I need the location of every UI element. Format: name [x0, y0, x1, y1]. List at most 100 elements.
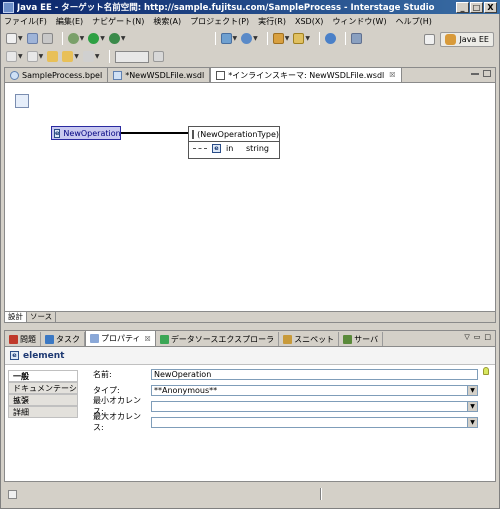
java-ee-icon	[445, 34, 457, 45]
menu-edit[interactable]: 編集(E)	[56, 16, 83, 27]
schema-icon	[216, 70, 226, 80]
category-extensions[interactable]: 拡張	[8, 394, 78, 406]
chevron-down-icon[interactable]: ▼	[39, 53, 44, 60]
external-tools-icon[interactable]	[108, 33, 120, 44]
chevron-down-icon[interactable]: ▼	[95, 53, 100, 60]
schema-overview-icon[interactable]	[15, 94, 29, 108]
lightbulb-icon[interactable]	[483, 367, 489, 375]
fast-view-icon[interactable]	[8, 489, 17, 499]
forward-icon[interactable]	[62, 51, 74, 62]
bpel-icon	[10, 70, 19, 80]
maximize-icon[interactable]	[483, 70, 491, 77]
menu-run[interactable]: 実行(R)	[258, 16, 286, 27]
tab-servers[interactable]: サーバ	[339, 332, 384, 346]
status-separator	[320, 488, 322, 500]
view-menu-icon[interactable]: ▽	[464, 333, 469, 341]
views-panel: 問題 タスク プロパティ ☒ データソースエクスプローラ スニペット サーバ ▽…	[4, 330, 496, 482]
zoom-combo[interactable]	[114, 50, 149, 63]
chevron-down-icon[interactable]: ▼	[285, 35, 290, 42]
minimize-icon[interactable]: ▭	[474, 333, 481, 341]
print-icon[interactable]	[41, 33, 53, 44]
chevron-down-icon[interactable]: ▼	[305, 35, 310, 42]
category-advanced[interactable]: 詳細	[8, 406, 78, 418]
close-button[interactable]: X	[484, 1, 497, 13]
element-newoperation[interactable]: e NewOperation	[51, 126, 121, 140]
tab-properties[interactable]: プロパティ ☒	[85, 330, 156, 346]
tab-data-source-explorer[interactable]: データソースエクスプローラ	[156, 332, 280, 346]
chevron-down-icon[interactable]: ▼	[467, 385, 477, 395]
tab-design[interactable]: 設計	[5, 312, 27, 322]
zoom-icon[interactable]	[152, 51, 164, 62]
open-perspective-icon[interactable]	[424, 34, 436, 45]
properties-title: element	[23, 350, 65, 361]
chevron-down-icon[interactable]: ▼	[253, 35, 258, 42]
tab-tasks[interactable]: タスク	[41, 332, 85, 346]
maximize-icon[interactable]: □	[484, 333, 491, 341]
min-occurs-combo[interactable]: ▼	[151, 400, 478, 412]
tab-snippets[interactable]: スニペット	[279, 332, 340, 346]
wsdl-icon	[113, 70, 123, 80]
tab-problems[interactable]: 問題	[5, 332, 41, 346]
globe-icon[interactable]	[325, 33, 336, 44]
problems-icon	[9, 334, 18, 344]
minimize-button[interactable]: _	[456, 1, 469, 13]
tab-inline-schema[interactable]: *インラインスキーマ: NewWSDLFile.wsdl ☒	[210, 67, 402, 82]
type-combo[interactable]: **Anonymous** ▼	[151, 384, 478, 396]
category-general[interactable]: 一般	[8, 370, 78, 382]
category-documentation[interactable]: ドキュメンテーション	[8, 382, 78, 405]
deploy-icon[interactable]	[351, 33, 362, 44]
next-annotation-icon[interactable]	[26, 51, 38, 62]
new-server-icon[interactable]	[220, 33, 232, 44]
outline-icon[interactable]	[6, 51, 17, 62]
app-icon	[3, 1, 14, 13]
complex-type-header[interactable]: (NewOperationType)	[189, 127, 279, 141]
close-icon[interactable]: ☒	[389, 71, 395, 79]
toolbar-separator	[319, 32, 320, 45]
chevron-down-icon[interactable]: ▼	[80, 35, 85, 42]
debug-icon[interactable]	[67, 33, 79, 44]
chevron-down-icon[interactable]: ▼	[74, 53, 79, 60]
element-badge-icon: e	[10, 351, 19, 360]
run-icon[interactable]	[88, 33, 100, 44]
open-type-icon[interactable]	[272, 33, 284, 44]
tab-newwsdlfile[interactable]: *NewWSDLFile.wsdl	[108, 68, 211, 82]
element-label: NewOperation	[63, 128, 121, 138]
chevron-down-icon[interactable]: ▼	[233, 35, 238, 42]
connector-line	[121, 132, 193, 134]
sequence-element-row[interactable]: e in string	[189, 141, 279, 155]
name-input[interactable]: NewOperation	[151, 368, 478, 380]
tab-label: サーバ	[354, 334, 379, 344]
toolbar-separator	[266, 32, 268, 45]
data-source-icon	[159, 334, 169, 344]
new-icon[interactable]	[6, 33, 17, 44]
sequence-connector	[193, 148, 207, 149]
toolbar-separator	[61, 32, 63, 45]
chevron-down-icon[interactable]: ▼	[467, 417, 477, 427]
chevron-down-icon[interactable]: ▼	[121, 35, 126, 42]
chevron-down-icon[interactable]: ▼	[18, 35, 23, 42]
menu-navigate[interactable]: ナビゲート(N)	[92, 16, 144, 27]
close-icon[interactable]: ☒	[145, 335, 151, 343]
menu-file[interactable]: ファイル(F)	[4, 16, 47, 27]
arrow-right-icon[interactable]	[82, 51, 94, 62]
menu-help[interactable]: ヘルプ(H)	[396, 16, 432, 27]
maximize-button[interactable]: □	[470, 1, 483, 13]
tab-source[interactable]: ソース	[27, 312, 57, 322]
chevron-down-icon[interactable]: ▼	[18, 53, 23, 60]
save-icon[interactable]	[26, 33, 38, 44]
schema-diagram-canvas[interactable]: e NewOperation (NewOperationType) e in s…	[5, 84, 495, 312]
tab-sampleprocess-bpel[interactable]: SampleProcess.bpel	[5, 68, 109, 82]
menu-project[interactable]: プロジェクト(P)	[190, 16, 249, 27]
chevron-down-icon[interactable]: ▼	[467, 401, 477, 411]
chevron-down-icon[interactable]: ▼	[100, 35, 105, 42]
menu-window[interactable]: ウィンドウ(W)	[332, 16, 386, 27]
menu-xsd[interactable]: XSD(X)	[295, 17, 323, 26]
minimize-icon[interactable]	[471, 73, 479, 75]
new-class-icon[interactable]	[241, 33, 253, 44]
perspective-java-ee[interactable]: Java EE	[440, 32, 494, 47]
pencil-icon[interactable]	[293, 33, 305, 44]
complex-type-box[interactable]: (NewOperationType) e in string	[188, 126, 280, 159]
max-occurs-combo[interactable]: ▼	[151, 416, 478, 428]
menu-search[interactable]: 検索(A)	[153, 16, 181, 27]
back-icon[interactable]	[47, 51, 59, 62]
